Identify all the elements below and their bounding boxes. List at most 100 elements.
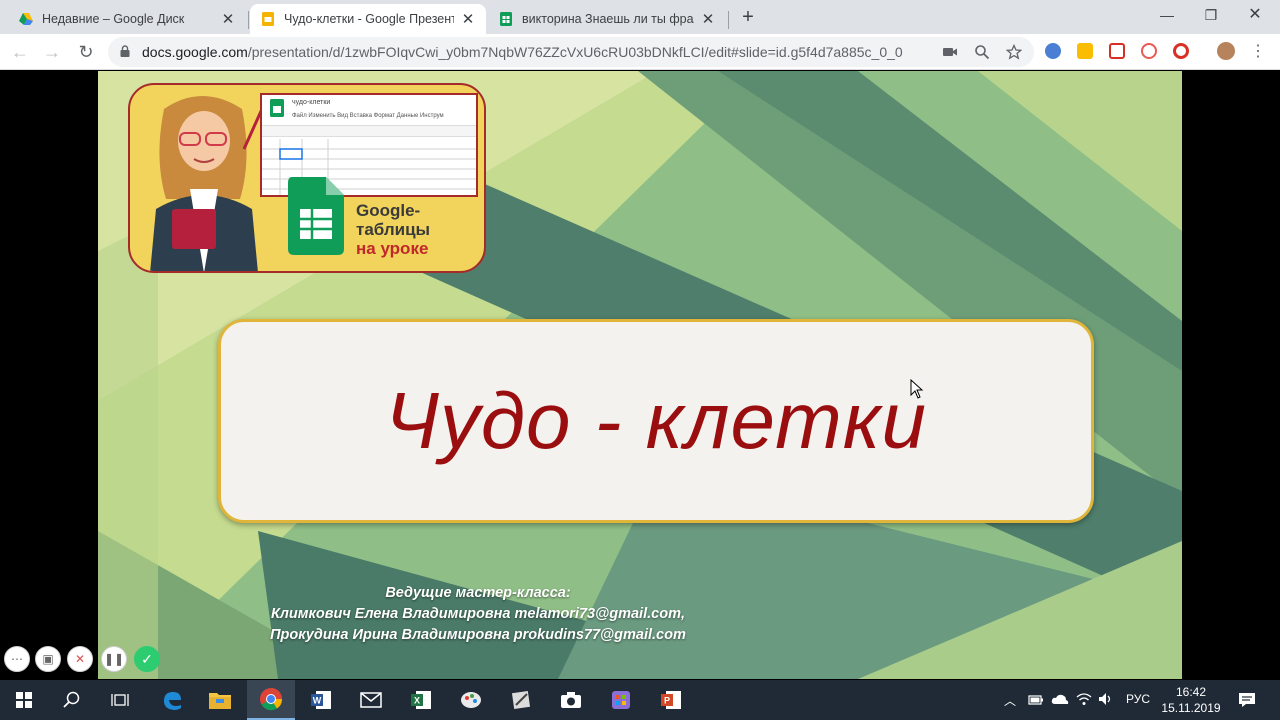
notes-taskbar-button[interactable] — [497, 680, 545, 720]
header-logo-text: Google- таблицы на уроке — [356, 201, 430, 258]
mail-icon — [360, 692, 382, 708]
zoom-icon[interactable] — [974, 44, 990, 60]
logo-line-2: таблицы — [356, 220, 431, 239]
windows-logo-icon — [16, 692, 32, 708]
paint-icon — [461, 692, 481, 708]
start-button[interactable] — [0, 680, 48, 720]
battery-icon[interactable] — [1028, 694, 1044, 706]
excel-taskbar-button[interactable]: X — [397, 680, 445, 720]
credits-author-2: Прокудина Ирина Владимировна prokudins77… — [270, 627, 686, 643]
recorder-cancel-button[interactable]: ✕ — [67, 646, 93, 672]
slide-title: Чудо - клетки — [384, 376, 928, 465]
logo-line-1: Google- — [356, 201, 421, 220]
chrome-taskbar-button[interactable] — [247, 680, 295, 720]
tray-chevron-icon[interactable]: ︿ — [1004, 692, 1016, 709]
menu-dots-icon[interactable]: ⋮ — [1246, 40, 1270, 64]
explorer-taskbar-button[interactable] — [196, 680, 244, 720]
powerpoint-icon: P — [661, 691, 681, 709]
task-view-icon — [111, 694, 129, 706]
windows-taskbar: W X P ︿ РУС 16:42 15.11.2019 — [0, 680, 1280, 720]
svg-text:P: P — [664, 696, 670, 706]
extension-record-icon[interactable] — [1173, 43, 1189, 59]
profile-avatar[interactable] — [1217, 42, 1235, 60]
google-slides-icon — [262, 12, 274, 26]
tab-google-slides[interactable]: Чудо-клетки - Google Презента ✕ — [250, 4, 486, 34]
credits-heading: Ведущие мастер-класса: — [385, 585, 571, 601]
tab-title: Недавние – Google Диск — [42, 12, 185, 26]
edge-icon — [164, 692, 181, 710]
recorder-pause-button[interactable]: ❚❚ — [101, 646, 127, 672]
recorder-finish-button[interactable]: ✓ — [134, 646, 160, 672]
notification-center-icon[interactable] — [1238, 692, 1256, 708]
close-tab-icon[interactable]: ✕ — [460, 10, 476, 28]
camera-taskbar-button[interactable] — [547, 680, 595, 720]
new-tab-button[interactable]: + — [736, 6, 760, 30]
sheets-mini-icon — [270, 99, 284, 117]
extension-two-icon[interactable] — [1077, 43, 1093, 59]
taskbar-clock[interactable]: 16:42 15.11.2019 — [1156, 684, 1226, 716]
tab-title: викторина Знаешь ли ты фразе — [522, 12, 694, 26]
recorder-more-button[interactable]: ⋯ — [4, 646, 30, 672]
volume-icon[interactable] — [1098, 692, 1114, 706]
minimize-button[interactable]: — — [1144, 0, 1190, 30]
store-icon — [612, 691, 630, 709]
browser-tab-strip: Недавние – Google Диск ✕ Чудо-клетки - G… — [0, 0, 1280, 34]
mouse-cursor-icon — [910, 379, 924, 399]
bookmark-star-icon[interactable] — [1006, 44, 1022, 60]
onedrive-icon[interactable] — [1051, 693, 1069, 705]
excel-icon: X — [411, 691, 431, 709]
extension-play-icon[interactable] — [1141, 43, 1157, 59]
close-tab-icon[interactable]: ✕ — [220, 10, 236, 28]
google-drive-icon — [19, 13, 33, 25]
camera-blocked-icon[interactable] — [942, 44, 958, 60]
clock-time: 16:42 — [1175, 685, 1207, 699]
search-icon — [63, 691, 80, 708]
browser-toolbar: ← → ↻ docs.google.com/presentation/d/1zw… — [0, 34, 1280, 70]
store-taskbar-button[interactable] — [597, 680, 645, 720]
task-view-button[interactable] — [96, 680, 144, 720]
tab-separator — [248, 11, 249, 29]
credits-author-1: Климкович Елена Владимировна melamori73@… — [270, 606, 685, 622]
tab-separator — [728, 11, 729, 29]
header-card: чудо-клетки Файл Изменить Вид Вставка Фо… — [128, 83, 486, 273]
google-sheets-logo-icon — [288, 177, 344, 255]
slide: чудо-клетки Файл Изменить Вид Вставка Фо… — [98, 71, 1182, 679]
recorder-webcam-button[interactable]: ▣ — [35, 646, 61, 672]
edge-taskbar-button[interactable] — [148, 680, 196, 720]
input-language[interactable]: РУС — [1126, 692, 1150, 706]
paint-taskbar-button[interactable] — [447, 680, 495, 720]
tab-title: Чудо-клетки - Google Презента — [284, 12, 454, 26]
notes-icon — [511, 690, 531, 710]
extension-star-icon[interactable] — [1045, 43, 1061, 59]
tab-google-drive[interactable]: Недавние – Google Диск ✕ — [8, 4, 246, 34]
address-bar[interactable]: docs.google.com/presentation/d/1zwbFOIqv… — [108, 37, 1034, 67]
forward-button[interactable]: → — [40, 40, 64, 64]
word-icon: W — [311, 691, 331, 709]
google-sheets-icon — [500, 12, 512, 26]
title-box: Чудо - клетки — [218, 319, 1094, 523]
reload-button[interactable]: ↻ — [74, 40, 98, 64]
extension-screen-icon[interactable] — [1109, 43, 1125, 59]
back-button[interactable]: ← — [8, 40, 32, 64]
wifi-icon[interactable] — [1076, 692, 1092, 706]
restore-button[interactable]: ❐ — [1188, 0, 1234, 30]
folder-icon — [209, 693, 231, 709]
url-path: /presentation/d/1zwbFOIqvCwi_y0bm7NqbW76… — [247, 44, 903, 60]
svg-text:W: W — [313, 696, 322, 706]
teacher-illustration — [150, 96, 262, 271]
logo-line-3: на уроке — [356, 239, 429, 258]
url-domain: docs.google.com — [142, 44, 248, 60]
mail-taskbar-button[interactable] — [347, 680, 395, 720]
chrome-icon — [260, 688, 283, 711]
spreadsheet-doc-title: чудо-клетки — [292, 99, 331, 106]
camera-icon — [561, 692, 581, 708]
lock-icon — [120, 45, 130, 57]
tab-google-sheets[interactable]: викторина Знаешь ли ты фразе ✕ — [488, 4, 726, 34]
search-button[interactable] — [48, 680, 96, 720]
close-window-button[interactable]: ✕ — [1232, 0, 1278, 30]
presentation-viewport: чудо-клетки Файл Изменить Вид Вставка Фо… — [0, 71, 1280, 679]
powerpoint-taskbar-button[interactable]: P — [647, 680, 695, 720]
word-taskbar-button[interactable]: W — [297, 680, 345, 720]
spreadsheet-toolbar — [262, 125, 476, 137]
close-tab-icon[interactable]: ✕ — [700, 10, 716, 28]
